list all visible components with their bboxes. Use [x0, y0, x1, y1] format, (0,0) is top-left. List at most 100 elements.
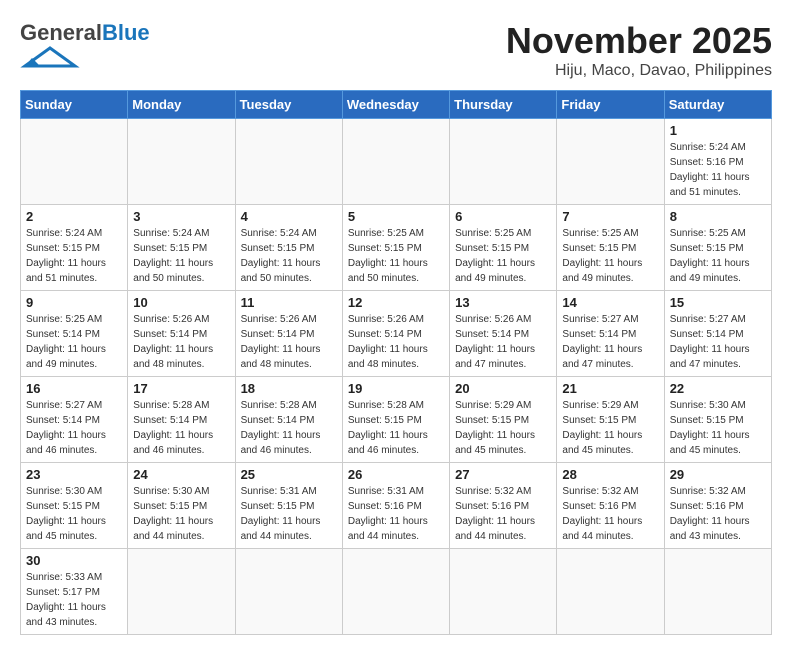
location-subtitle: Hiju, Maco, Davao, Philippines — [506, 62, 772, 80]
day-number: 29 — [670, 467, 766, 482]
day-info: Sunrise: 5:25 AMSunset: 5:15 PMDaylight:… — [670, 226, 766, 286]
calendar-day-cell — [557, 549, 664, 635]
weekday-header: Saturday — [664, 91, 771, 119]
logo-icon — [20, 46, 80, 68]
day-number: 10 — [133, 295, 229, 310]
day-number: 20 — [455, 381, 551, 396]
logo-blue-text: Blue — [102, 20, 150, 46]
day-number: 21 — [562, 381, 658, 396]
logo-general-text: General — [20, 20, 102, 46]
title-section: November 2025 Hiju, Maco, Davao, Philipp… — [506, 20, 772, 80]
calendar-day-cell: 3 Sunrise: 5:24 AMSunset: 5:15 PMDaylight… — [128, 205, 235, 291]
day-info: Sunrise: 5:24 AMSunset: 5:16 PMDaylight:… — [670, 140, 766, 200]
day-number: 15 — [670, 295, 766, 310]
calendar-day-cell: 24 Sunrise: 5:30 AMSunset: 5:15 PMDayligh… — [128, 463, 235, 549]
calendar-day-cell: 7 Sunrise: 5:25 AMSunset: 5:15 PMDaylight… — [557, 205, 664, 291]
month-title: November 2025 — [506, 20, 772, 62]
calendar-header-row: SundayMondayTuesdayWednesdayThursdayFrid… — [21, 91, 772, 119]
day-number: 7 — [562, 209, 658, 224]
day-info: Sunrise: 5:25 AMSunset: 5:15 PMDaylight:… — [455, 226, 551, 286]
day-number: 24 — [133, 467, 229, 482]
calendar-day-cell: 17 Sunrise: 5:28 AMSunset: 5:14 PMDayligh… — [128, 377, 235, 463]
day-number: 19 — [348, 381, 444, 396]
calendar-day-cell: 18Sunrise: 5:28 AMSunset: 5:14 PMDayligh… — [235, 377, 342, 463]
calendar-day-cell — [128, 119, 235, 205]
weekday-header: Monday — [128, 91, 235, 119]
day-info: Sunrise: 5:29 AMSunset: 5:15 PMDaylight:… — [455, 398, 551, 458]
day-number: 1 — [670, 123, 766, 138]
day-info: Sunrise: 5:25 AMSunset: 5:14 PMDaylight:… — [26, 312, 122, 372]
calendar-day-cell: 4 Sunrise: 5:24 AMSunset: 5:15 PMDaylight… — [235, 205, 342, 291]
calendar-day-cell: 19Sunrise: 5:28 AMSunset: 5:15 PMDayligh… — [342, 377, 449, 463]
day-info: Sunrise: 5:24 AMSunset: 5:15 PMDaylight:… — [241, 226, 337, 286]
calendar-day-cell: 11 Sunrise: 5:26 AMSunset: 5:14 PMDayligh… — [235, 291, 342, 377]
weekday-header: Tuesday — [235, 91, 342, 119]
day-number: 16 — [26, 381, 122, 396]
day-info: Sunrise: 5:31 AMSunset: 5:16 PMDaylight:… — [348, 484, 444, 544]
calendar-week-row: 1 Sunrise: 5:24 AMSunset: 5:16 PMDaylight… — [21, 119, 772, 205]
day-info: Sunrise: 5:28 AMSunset: 5:14 PMDaylight:… — [241, 398, 337, 458]
calendar-day-cell: 20 Sunrise: 5:29 AMSunset: 5:15 PMDayligh… — [450, 377, 557, 463]
day-info: Sunrise: 5:30 AMSunset: 5:15 PMDaylight:… — [133, 484, 229, 544]
calendar-day-cell: 12Sunrise: 5:26 AMSunset: 5:14 PMDayligh… — [342, 291, 449, 377]
weekday-header: Sunday — [21, 91, 128, 119]
calendar-day-cell — [235, 119, 342, 205]
day-info: Sunrise: 5:27 AMSunset: 5:14 PMDaylight:… — [26, 398, 122, 458]
day-number: 4 — [241, 209, 337, 224]
calendar-week-row: 9Sunrise: 5:25 AMSunset: 5:14 PMDaylight… — [21, 291, 772, 377]
calendar-day-cell: 15 Sunrise: 5:27 AMSunset: 5:14 PMDayligh… — [664, 291, 771, 377]
day-info: Sunrise: 5:24 AMSunset: 5:15 PMDaylight:… — [133, 226, 229, 286]
calendar-week-row: 23Sunrise: 5:30 AMSunset: 5:15 PMDayligh… — [21, 463, 772, 549]
calendar-day-cell: 27 Sunrise: 5:32 AMSunset: 5:16 PMDayligh… — [450, 463, 557, 549]
day-info: Sunrise: 5:32 AMSunset: 5:16 PMDaylight:… — [670, 484, 766, 544]
day-number: 25 — [241, 467, 337, 482]
calendar-day-cell: 14 Sunrise: 5:27 AMSunset: 5:14 PMDayligh… — [557, 291, 664, 377]
day-info: Sunrise: 5:32 AMSunset: 5:16 PMDaylight:… — [562, 484, 658, 544]
day-number: 8 — [670, 209, 766, 224]
day-info: Sunrise: 5:25 AMSunset: 5:15 PMDaylight:… — [562, 226, 658, 286]
calendar-day-cell: 6 Sunrise: 5:25 AMSunset: 5:15 PMDaylight… — [450, 205, 557, 291]
logo: General Blue — [20, 20, 150, 68]
calendar-day-cell: 2Sunrise: 5:24 AMSunset: 5:15 PMDaylight… — [21, 205, 128, 291]
day-info: Sunrise: 5:30 AMSunset: 5:15 PMDaylight:… — [26, 484, 122, 544]
calendar-day-cell: 16 Sunrise: 5:27 AMSunset: 5:14 PMDayligh… — [21, 377, 128, 463]
calendar-day-cell: 1 Sunrise: 5:24 AMSunset: 5:16 PMDaylight… — [664, 119, 771, 205]
calendar-day-cell: 25Sunrise: 5:31 AMSunset: 5:15 PMDayligh… — [235, 463, 342, 549]
calendar-day-cell: 28Sunrise: 5:32 AMSunset: 5:16 PMDayligh… — [557, 463, 664, 549]
calendar-day-cell: 9Sunrise: 5:25 AMSunset: 5:14 PMDaylight… — [21, 291, 128, 377]
calendar-day-cell — [450, 119, 557, 205]
day-number: 30 — [26, 553, 122, 568]
day-number: 27 — [455, 467, 551, 482]
day-info: Sunrise: 5:26 AMSunset: 5:14 PMDaylight:… — [241, 312, 337, 372]
calendar-week-row: 30Sunrise: 5:33 AMSunset: 5:17 PMDayligh… — [21, 549, 772, 635]
day-info: Sunrise: 5:26 AMSunset: 5:14 PMDaylight:… — [455, 312, 551, 372]
day-number: 11 — [241, 295, 337, 310]
calendar-day-cell: 10 Sunrise: 5:26 AMSunset: 5:14 PMDayligh… — [128, 291, 235, 377]
calendar-day-cell: 23Sunrise: 5:30 AMSunset: 5:15 PMDayligh… — [21, 463, 128, 549]
calendar-day-cell: 30Sunrise: 5:33 AMSunset: 5:17 PMDayligh… — [21, 549, 128, 635]
calendar-table: SundayMondayTuesdayWednesdayThursdayFrid… — [20, 90, 772, 635]
day-number: 6 — [455, 209, 551, 224]
day-number: 17 — [133, 381, 229, 396]
weekday-header: Thursday — [450, 91, 557, 119]
day-number: 26 — [348, 467, 444, 482]
day-info: Sunrise: 5:32 AMSunset: 5:16 PMDaylight:… — [455, 484, 551, 544]
day-number: 2 — [26, 209, 122, 224]
calendar-day-cell — [557, 119, 664, 205]
day-number: 5 — [348, 209, 444, 224]
day-info: Sunrise: 5:25 AMSunset: 5:15 PMDaylight:… — [348, 226, 444, 286]
day-number: 3 — [133, 209, 229, 224]
weekday-header: Wednesday — [342, 91, 449, 119]
calendar-day-cell — [342, 549, 449, 635]
calendar-day-cell — [128, 549, 235, 635]
day-number: 14 — [562, 295, 658, 310]
day-info: Sunrise: 5:26 AMSunset: 5:14 PMDaylight:… — [133, 312, 229, 372]
day-info: Sunrise: 5:28 AMSunset: 5:14 PMDaylight:… — [133, 398, 229, 458]
day-info: Sunrise: 5:27 AMSunset: 5:14 PMDaylight:… — [562, 312, 658, 372]
calendar-day-cell: 22Sunrise: 5:30 AMSunset: 5:15 PMDayligh… — [664, 377, 771, 463]
calendar-day-cell: 13Sunrise: 5:26 AMSunset: 5:14 PMDayligh… — [450, 291, 557, 377]
calendar-day-cell: 8 Sunrise: 5:25 AMSunset: 5:15 PMDaylight… — [664, 205, 771, 291]
day-info: Sunrise: 5:27 AMSunset: 5:14 PMDaylight:… — [670, 312, 766, 372]
day-info: Sunrise: 5:30 AMSunset: 5:15 PMDaylight:… — [670, 398, 766, 458]
calendar-day-cell — [664, 549, 771, 635]
